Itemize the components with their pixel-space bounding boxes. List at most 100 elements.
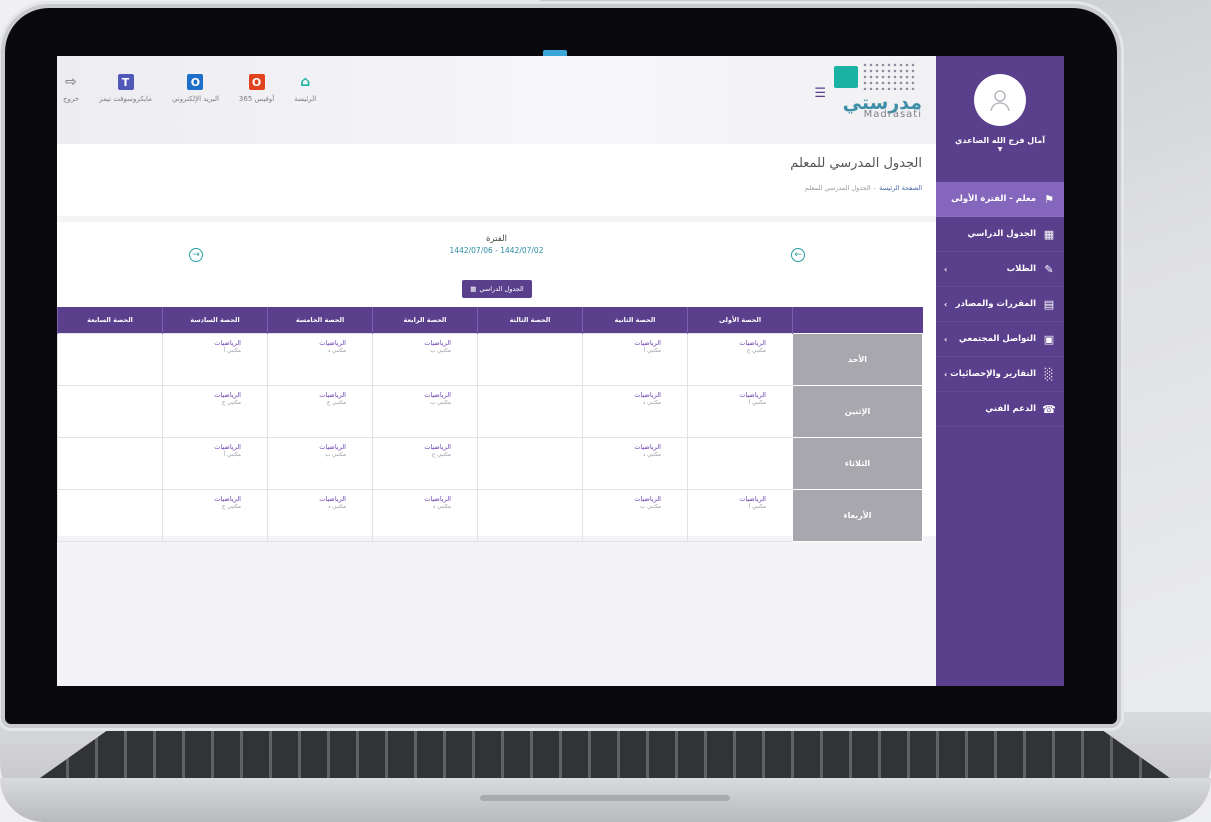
class-name: مكتبي ب: [640, 503, 661, 510]
class-schedule-button[interactable]: ▦ الجدول الدراسي: [462, 280, 532, 298]
top-link-label: البريد الإلكتروني: [171, 95, 219, 103]
schedule-cell[interactable]: الرياضيات مكتبي د: [372, 488, 478, 542]
user-menu-caret-icon[interactable]: ▼: [936, 146, 1064, 153]
topbar: ⇨ خروج T مايكروسوفت تيمز O البريد الإلكتروني O…: [57, 56, 936, 144]
table-row: الأحد الرياضيات مكتبي ج الرياضيات مكتبي أ الر…: [57, 332, 923, 386]
subject-link[interactable]: الرياضيات: [587, 391, 661, 399]
class-name: مكتبي ب: [325, 451, 346, 458]
subject-link[interactable]: الرياضيات: [587, 495, 661, 503]
schedule-cell: [57, 384, 163, 438]
previous-week-arrow-icon[interactable]: →: [189, 248, 203, 262]
sidebar-item-students[interactable]: ✎ الطلاب ‹: [936, 252, 1064, 287]
schedule-cell[interactable]: الرياضيات مكتبي د: [582, 384, 688, 438]
schedule-cell[interactable]: الرياضيات مكتبي أ: [162, 332, 268, 386]
subject-link[interactable]: الرياضيات: [692, 339, 766, 347]
logo-tile: [834, 66, 858, 88]
subject-link[interactable]: الرياضيات: [272, 443, 346, 451]
breadcrumb-separator: -: [873, 184, 877, 192]
schedule-cell[interactable]: الرياضيات مكتبي ب: [372, 332, 478, 386]
sidebar-menu: ⚑ معلم - الفترة الأولى ▦ الجدول الدراسي ✎ الط…: [936, 182, 1064, 427]
subject-link[interactable]: الرياضيات: [692, 391, 766, 399]
sidebar-item-courses[interactable]: ▤ المقررات والمصادر ‹: [936, 287, 1064, 322]
subject-link[interactable]: الرياضيات: [272, 339, 346, 347]
schedule-cell[interactable]: الرياضيات مكتبي أ: [162, 436, 268, 490]
class-name: مكتبي د: [327, 347, 346, 354]
subject-link[interactable]: الرياضيات: [272, 495, 346, 503]
day-cell: الأحد: [792, 332, 923, 386]
class-name: مكتبي ج: [221, 503, 241, 510]
class-name: مكتبي ب: [430, 347, 451, 354]
sidebar-item-community[interactable]: ▣ التواصل المجتمعي ‹: [936, 322, 1064, 357]
schedule-cell: [477, 488, 583, 542]
sidebar-item-reports[interactable]: ░ التقارير والإحصائيات ‹: [936, 357, 1064, 392]
calendar-icon: ▦: [1043, 227, 1055, 241]
class-name: مكتبي أ: [748, 503, 766, 510]
subject-link[interactable]: الرياضيات: [167, 495, 241, 503]
subject-link[interactable]: الرياضيات: [377, 391, 451, 399]
day-cell: الثلاثاء: [792, 436, 923, 490]
schedule-cell[interactable]: الرياضيات مكتبي د: [267, 488, 373, 542]
teacher-icon: ⚑: [1044, 192, 1054, 206]
class-name: مكتبي ب: [430, 399, 451, 406]
avatar[interactable]: [974, 74, 1026, 126]
sidebar-item-support[interactable]: ☎ الدعم الفني: [936, 392, 1064, 427]
chevron-left-icon: ‹: [944, 370, 948, 379]
hamburger-menu-icon[interactable]: ☰: [814, 86, 826, 101]
subject-link[interactable]: الرياضيات: [167, 339, 241, 347]
schedule-body: الأحد الرياضيات مكتبي ج الرياضيات مكتبي أ الر…: [57, 332, 923, 542]
schedule-cell[interactable]: الرياضيات مكتبي ج: [687, 332, 793, 386]
subject-link[interactable]: الرياضيات: [692, 495, 766, 503]
subject-link[interactable]: الرياضيات: [587, 339, 661, 347]
courses-icon: ▤: [1043, 297, 1055, 311]
class-name: مكتبي ج: [326, 399, 346, 406]
subject-link[interactable]: الرياضيات: [167, 391, 241, 399]
subject-link[interactable]: الرياضيات: [377, 495, 451, 503]
chevron-left-icon: ‹: [944, 335, 948, 344]
top-links: ⇨ خروج T مايكروسوفت تيمز O البريد الإلكتروني O…: [63, 74, 316, 103]
class-name: مكتبي أ: [643, 347, 661, 354]
schedule-cell[interactable]: الرياضيات مكتبي د: [582, 436, 688, 490]
schedule-cell[interactable]: الرياضيات مكتبي ج: [162, 488, 268, 542]
sidebar-item-calendar[interactable]: ▦ الجدول الدراسي: [936, 217, 1064, 252]
logo-dots: [862, 62, 916, 90]
sidebar-item-label: الجدول الدراسي: [967, 229, 1036, 239]
schedule-cell[interactable]: الرياضيات مكتبي أ: [687, 488, 793, 542]
class-name: مكتبي د: [327, 503, 346, 510]
header-period-2: الحصة الثانية: [582, 307, 688, 333]
top-link-office[interactable]: O أوفيس 365: [239, 74, 274, 103]
schedule-cell[interactable]: الرياضيات مكتبي د: [267, 332, 373, 386]
schedule-cell[interactable]: الرياضيات مكتبي ج: [267, 384, 373, 438]
top-link-teams[interactable]: T مايكروسوفت تيمز: [99, 74, 152, 103]
schedule-cell: [57, 436, 163, 490]
subject-link[interactable]: الرياضيات: [587, 443, 661, 451]
next-week-arrow-icon[interactable]: ←: [791, 248, 805, 262]
sidebar-item-label: المقررات والمصادر: [955, 299, 1036, 309]
subject-link[interactable]: الرياضيات: [167, 443, 241, 451]
schedule-cell[interactable]: الرياضيات مكتبي ب: [372, 384, 478, 438]
top-link-logout[interactable]: ⇨ خروج: [63, 74, 79, 103]
schedule-cell[interactable]: الرياضيات مكتبي ب: [267, 436, 373, 490]
sidebar-item-label: الدعم الفني: [985, 404, 1036, 414]
user-name[interactable]: آمال فرج الله الصاعدي: [936, 136, 1064, 145]
sidebar: آمال فرج الله الصاعدي ▼ ⚑ معلم - الفترة ا…: [936, 56, 1064, 686]
schedule-cell: [477, 332, 583, 386]
schedule-cell[interactable]: الرياضيات مكتبي أ: [582, 332, 688, 386]
madrasati-logo[interactable]: مدرستي Madrasati: [832, 62, 922, 120]
top-link-outlook[interactable]: O البريد الإلكتروني: [172, 74, 219, 103]
header-period-5: الحصة الخامسة: [267, 307, 373, 333]
schedule-cell[interactable]: الرياضيات مكتبي أ: [687, 384, 793, 438]
office-icon: O: [248, 74, 265, 90]
schedule-header-row: الحصة الأولى الحصة الثانية الحصة الثالثة ال…: [57, 307, 923, 333]
day-cell: الأربعاء: [792, 488, 923, 542]
breadcrumb-home[interactable]: الصفحة الرئيسة: [879, 184, 922, 192]
subject-link[interactable]: الرياضيات: [377, 339, 451, 347]
schedule-cell[interactable]: الرياضيات مكتبي ب: [582, 488, 688, 542]
schedule-cell: [477, 436, 583, 490]
subject-link[interactable]: الرياضيات: [272, 391, 346, 399]
subject-link[interactable]: الرياضيات: [377, 443, 451, 451]
schedule-cell[interactable]: الرياضيات مكتبي ج: [162, 384, 268, 438]
sidebar-item-teacher[interactable]: ⚑ معلم - الفترة الأولى: [936, 182, 1064, 217]
schedule-cell[interactable]: الرياضيات مكتبي ج: [372, 436, 478, 490]
top-link-label: الرئيسة: [294, 95, 317, 103]
top-link-home[interactable]: ⌂ الرئيسة: [294, 74, 316, 103]
